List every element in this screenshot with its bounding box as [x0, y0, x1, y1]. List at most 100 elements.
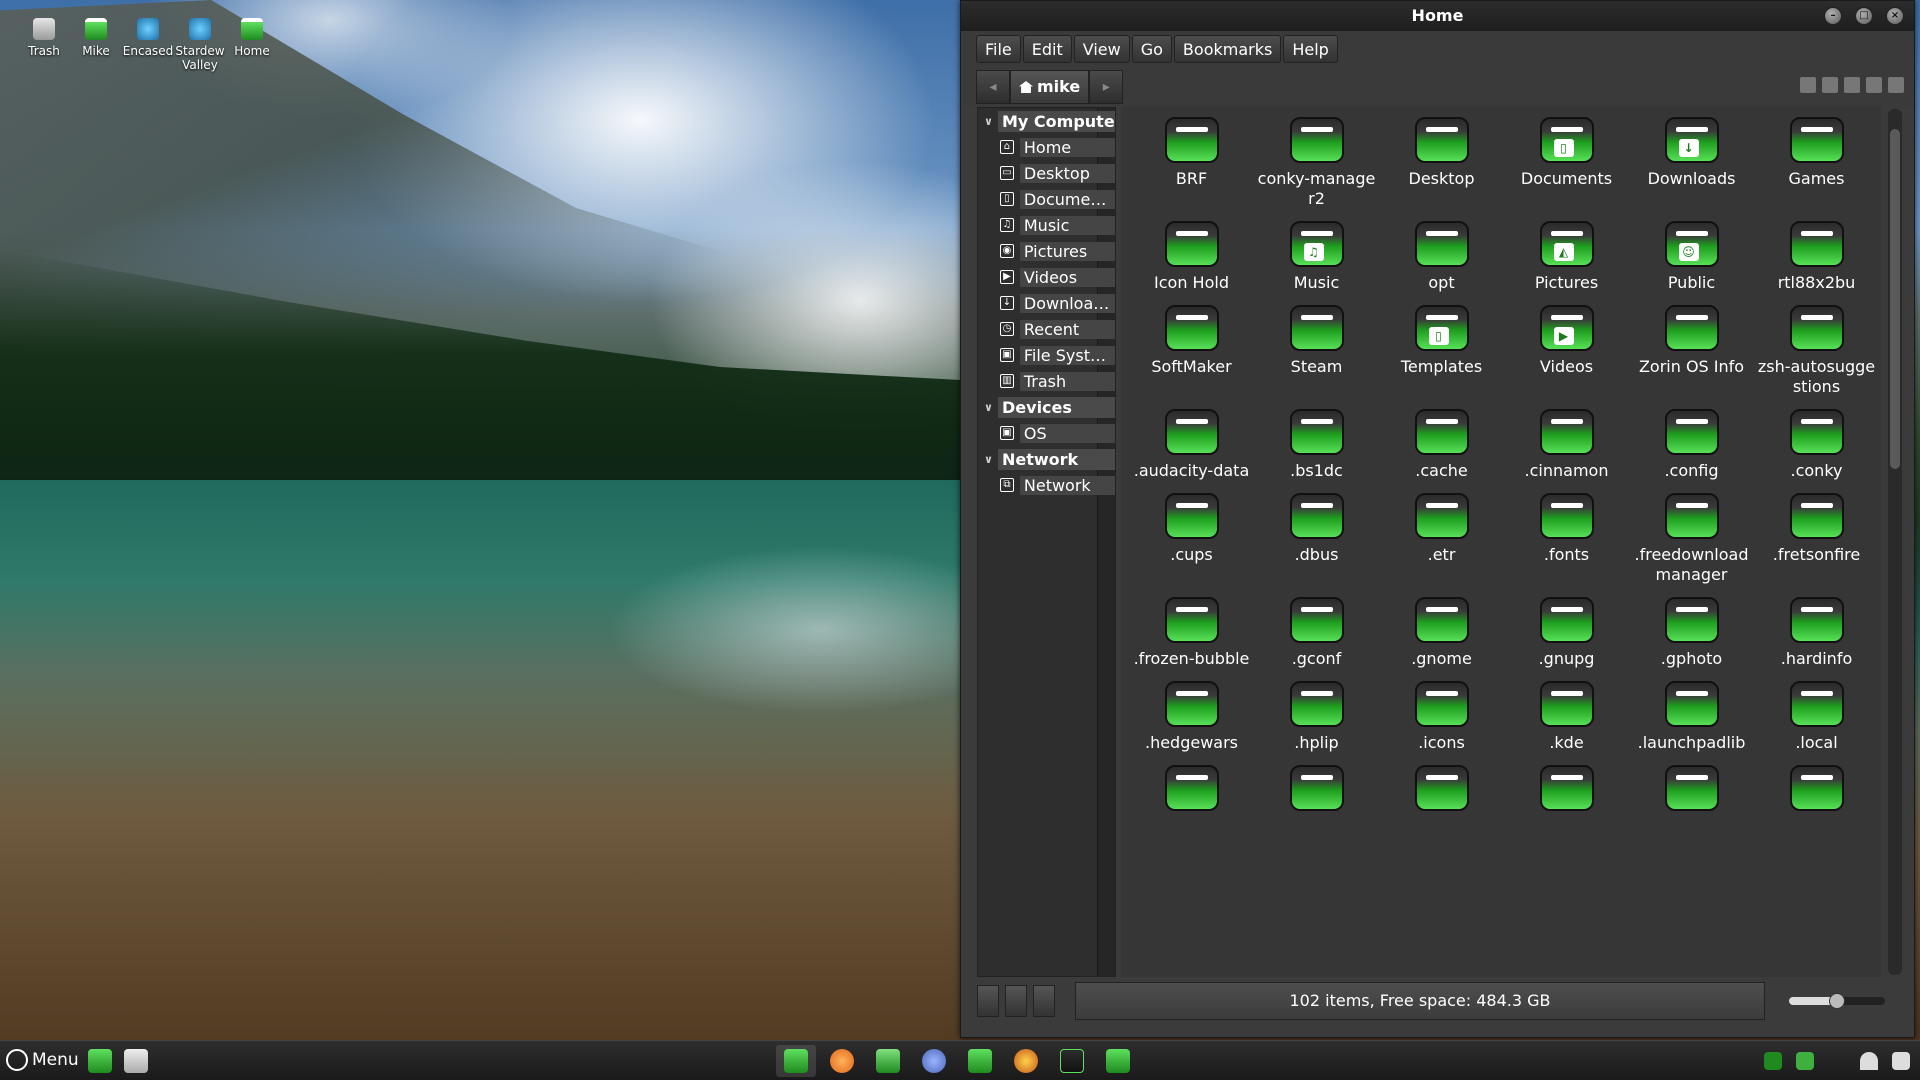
toggle-location-icon[interactable] — [1822, 77, 1838, 93]
desktop-icon-encased[interactable]: Encased — [122, 18, 174, 72]
file-item[interactable] — [1379, 765, 1504, 829]
file-item[interactable]: .conky — [1754, 409, 1879, 493]
refresh-icon[interactable] — [1800, 77, 1816, 93]
sidebar-item-downloads[interactable]: ↓ Downloads — [978, 290, 1115, 316]
file-view-scrollbar[interactable] — [1888, 109, 1902, 975]
file-item[interactable]: .gconf — [1254, 597, 1379, 681]
chevron-down-icon[interactable]: ∨ — [984, 401, 998, 414]
sidebar-item-file-system[interactable]: ▣ File System — [978, 342, 1115, 368]
menu-edit[interactable]: Edit — [1022, 35, 1072, 63]
minimize-button[interactable]: – — [1824, 7, 1842, 25]
icon-view-icon[interactable] — [1844, 77, 1860, 93]
file-item[interactable]: .icons — [1379, 681, 1504, 765]
menu-file[interactable]: File — [976, 35, 1021, 63]
file-item[interactable] — [1629, 765, 1754, 829]
file-item[interactable]: .launchpadlib — [1629, 681, 1754, 765]
file-item[interactable]: .fretsonfire — [1754, 493, 1879, 597]
desktop-icon-home[interactable]: Home — [226, 18, 278, 72]
path-button-home[interactable]: mike — [1010, 70, 1090, 104]
list-view-icon[interactable] — [1866, 77, 1882, 93]
file-item[interactable] — [1754, 765, 1879, 829]
sidebar-item-network[interactable]: ⧉ Network — [978, 472, 1115, 498]
file-item[interactable]: conky-manager2 — [1254, 117, 1379, 221]
file-item[interactable]: BRF — [1129, 117, 1254, 221]
vivaldi-icon[interactable] — [1106, 1049, 1130, 1073]
media-player-icon[interactable] — [830, 1049, 854, 1073]
show-desktop-icon[interactable] — [88, 1049, 112, 1073]
file-item[interactable]: Steam — [1254, 305, 1379, 409]
settings-icon[interactable] — [922, 1049, 946, 1073]
file-item[interactable]: .gnome — [1379, 597, 1504, 681]
sidebar-item-documents[interactable]: ▯ Documents — [978, 186, 1115, 212]
desktop-icon-trash[interactable]: Trash — [18, 18, 70, 72]
menu-go[interactable]: Go — [1131, 35, 1172, 63]
sidebar-heading-network[interactable]: ∨ Network — [978, 446, 1115, 472]
file-item[interactable]: ◭ Pictures — [1504, 221, 1629, 305]
scrollbar-thumb[interactable] — [1890, 129, 1900, 469]
file-item[interactable]: .frozen-bubble — [1129, 597, 1254, 681]
zoom-slider[interactable] — [1789, 993, 1885, 1009]
file-item[interactable]: .gphoto — [1629, 597, 1754, 681]
terminal-icon[interactable] — [1060, 1049, 1084, 1073]
file-item[interactable]: .cinnamon — [1504, 409, 1629, 493]
sidebar-item-videos[interactable]: ▶ Videos — [978, 264, 1115, 290]
file-item[interactable]: .etr — [1379, 493, 1504, 597]
hide-sidebar-icon[interactable] — [1033, 985, 1055, 1017]
chevron-down-icon[interactable]: ∨ — [984, 453, 998, 466]
file-item[interactable]: ▯ Templates — [1379, 305, 1504, 409]
file-item[interactable]: .fonts — [1504, 493, 1629, 597]
wifi-icon[interactable] — [1860, 1052, 1878, 1070]
file-item[interactable]: Zorin OS Info — [1629, 305, 1754, 409]
file-item[interactable]: ♫ Music — [1254, 221, 1379, 305]
menu-view[interactable]: View — [1073, 35, 1130, 63]
file-item[interactable]: rtl88x2bu — [1754, 221, 1879, 305]
file-item[interactable]: SoftMaker — [1129, 305, 1254, 409]
desktop-icon-mike[interactable]: Mike — [70, 18, 122, 72]
file-item[interactable] — [1504, 765, 1629, 829]
file-item[interactable]: .hedgewars — [1129, 681, 1254, 765]
file-item[interactable]: zsh-autosuggestions — [1754, 305, 1879, 409]
file-item[interactable]: Icon Hold — [1129, 221, 1254, 305]
file-item[interactable]: .hardinfo — [1754, 597, 1879, 681]
file-item[interactable]: ▶ Videos — [1504, 305, 1629, 409]
menu-help[interactable]: Help — [1283, 35, 1338, 63]
compact-view-icon[interactable] — [1888, 77, 1904, 93]
file-item[interactable]: .freedownloadmanager — [1629, 493, 1754, 597]
software-store-icon[interactable] — [876, 1049, 900, 1073]
file-item[interactable]: ▯ Documents — [1504, 117, 1629, 221]
maximize-button[interactable]: □ — [1855, 7, 1873, 25]
sidebar-item-trash[interactable]: ▥ Trash — [978, 368, 1115, 394]
printer-icon[interactable] — [124, 1049, 148, 1073]
file-manager-icon[interactable] — [784, 1049, 808, 1073]
sidebar-item-os[interactable]: ▣ OS — [978, 420, 1115, 446]
file-item[interactable]: .cache — [1379, 409, 1504, 493]
file-item[interactable]: .audacity-data — [1129, 409, 1254, 493]
file-item[interactable]: .dbus — [1254, 493, 1379, 597]
back-button[interactable]: ◂ — [976, 70, 1010, 104]
notes-icon[interactable] — [968, 1049, 992, 1073]
forward-button[interactable]: ▸ — [1089, 70, 1124, 104]
menu-button[interactable]: Menu — [6, 1049, 79, 1071]
sidebar-item-desktop[interactable]: ▭ Desktop — [978, 160, 1115, 186]
file-item[interactable]: opt — [1379, 221, 1504, 305]
sidebar-heading-devices[interactable]: ∨ Devices — [978, 394, 1115, 420]
window-titlebar[interactable]: Home – □ × — [961, 1, 1914, 31]
show-treeview-icon[interactable] — [1005, 985, 1027, 1017]
file-item[interactable]: .local — [1754, 681, 1879, 765]
file-item[interactable]: Games — [1754, 117, 1879, 221]
file-item[interactable]: .config — [1629, 409, 1754, 493]
sidebar-item-recent[interactable]: ◷ Recent — [978, 316, 1115, 342]
sidebar-item-music[interactable]: ♫ Music — [978, 212, 1115, 238]
file-item[interactable]: .cups — [1129, 493, 1254, 597]
menu-bookmarks[interactable]: Bookmarks — [1173, 35, 1282, 63]
show-places-icon[interactable] — [977, 985, 999, 1017]
hardinfo-icon[interactable] — [1014, 1049, 1038, 1073]
file-item[interactable]: ☺ Public — [1629, 221, 1754, 305]
file-item[interactable]: .gnupg — [1504, 597, 1629, 681]
music-note-icon[interactable] — [1892, 1052, 1910, 1070]
file-item[interactable] — [1254, 765, 1379, 829]
file-item[interactable]: .kde — [1504, 681, 1629, 765]
tray-terminal-icon[interactable] — [1764, 1052, 1782, 1070]
file-item[interactable] — [1129, 765, 1254, 829]
zoom-slider-knob[interactable] — [1829, 993, 1845, 1009]
